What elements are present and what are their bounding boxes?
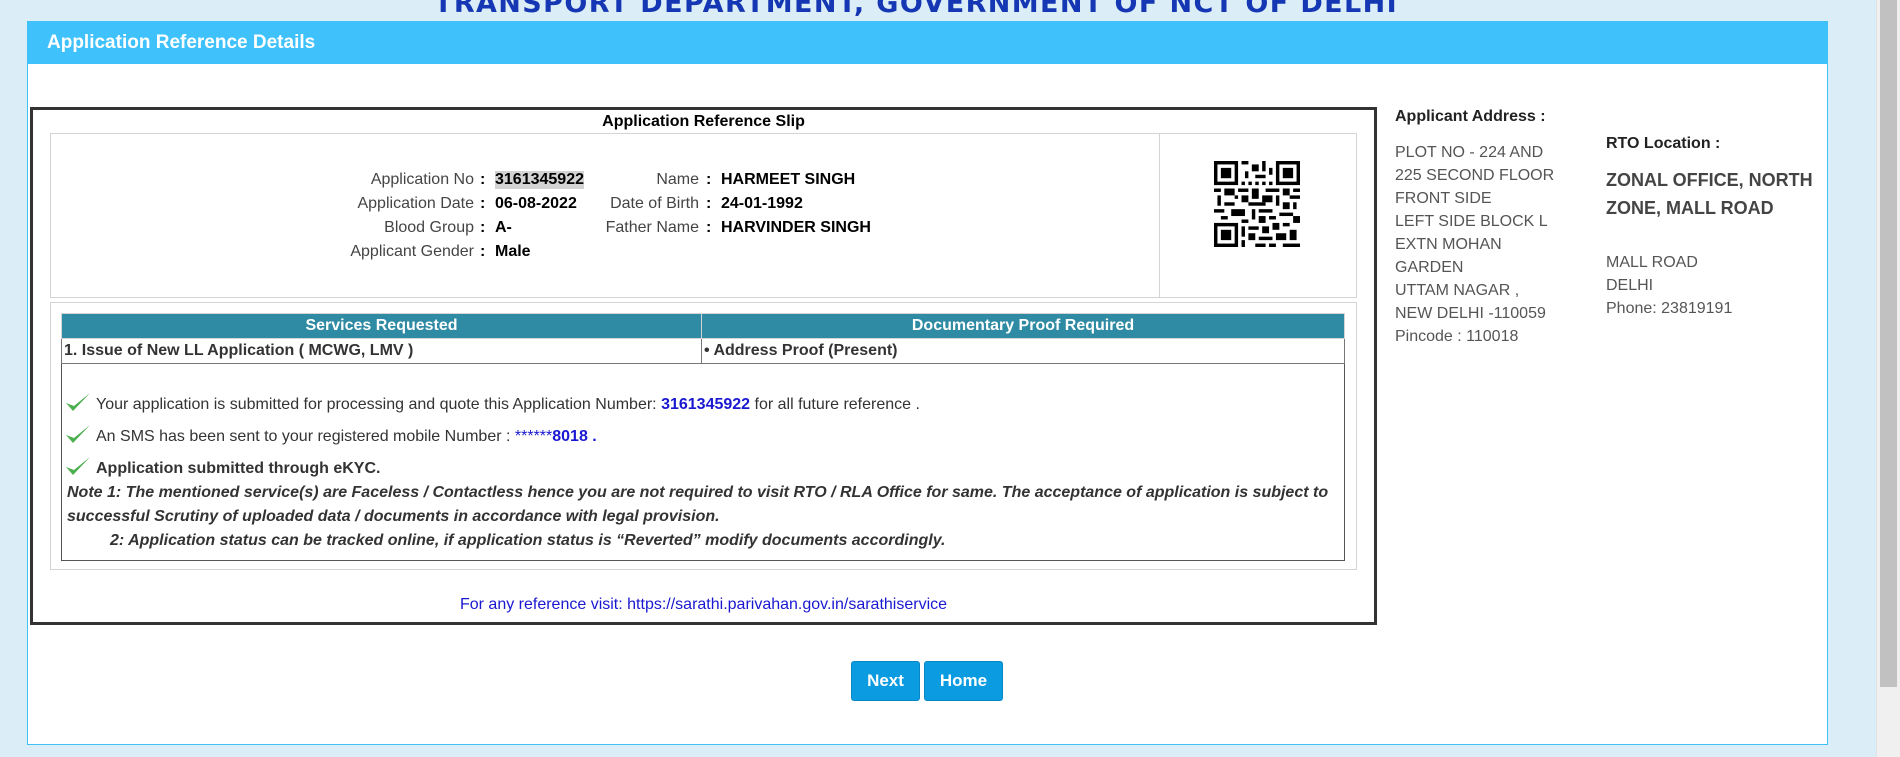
colon: : [480, 243, 486, 260]
rto-phone: Phone: 23819191 [1606, 300, 1733, 317]
application-date-label: Application Date [357, 195, 474, 212]
address-line: PLOT NO - 224 AND [1395, 144, 1544, 161]
messages-box: Your application is submitted for proces… [61, 364, 1345, 561]
father-name-label: Father Name [605, 219, 699, 236]
dob-label: Date of Birth [610, 195, 699, 212]
rto-office-name: ZONAL OFFICE, NORTH ZONE, MALL ROAD [1606, 170, 1813, 218]
application-no-value: 3161345922 [495, 171, 584, 189]
blood-group-label: Blood Group [384, 219, 474, 236]
gender-label: Applicant Gender [350, 243, 474, 260]
checkmark-icon [66, 425, 90, 443]
reference-prefix: For any reference visit: [459, 596, 623, 613]
father-name-value: HARVINDER SINGH [721, 219, 871, 236]
home-button[interactable]: Home [924, 661, 1003, 701]
ekyc-message: Application submitted through eKYC. [62, 455, 380, 478]
qr-code-cell [1159, 134, 1356, 297]
qr-code-icon [1214, 161, 1300, 247]
reference-slip: Application Reference Slip Application N… [30, 107, 1377, 625]
colon: : [706, 195, 712, 212]
blood-group-value: A- [495, 219, 512, 236]
rto-address-line: MALL ROAD [1606, 254, 1698, 271]
address-line: 225 SECOND FLOOR [1395, 167, 1555, 184]
services-table: Services Requested Documentary Proof Req… [61, 313, 1345, 364]
reference-line: For any reference visit: https://sarathi… [33, 596, 1374, 614]
submitted-message: Your application is submitted for proces… [62, 391, 920, 414]
page-scrollbar[interactable] [1876, 0, 1900, 757]
table-cell: • Address Proof (Present) [701, 338, 1345, 364]
sms-mobile-suffix: 8018 [552, 428, 588, 445]
table-header-cell: Documentary Proof Required [701, 313, 1345, 339]
checkmark-icon [66, 393, 90, 411]
sms-message: An SMS has been sent to your registered … [62, 423, 597, 446]
address-line: EXTN MOHAN [1395, 236, 1502, 253]
scrollbar-thumb[interactable] [1880, 0, 1897, 687]
colon: : [480, 219, 486, 236]
address-line: UTTAM NAGAR , [1395, 282, 1520, 299]
application-reference-panel: Application Reference Details Applicatio… [27, 21, 1828, 745]
note-1: Note 1: The mentioned service(s) are Fac… [67, 484, 1329, 525]
rto-address: MALL ROAD DELHI Phone: 23819191 [1606, 251, 1732, 320]
address-line: NEW DELHI -110059 [1395, 305, 1546, 322]
slip-title: Application Reference Slip [602, 113, 805, 130]
applicant-info-box: Application No : 3161345922 Application … [50, 133, 1357, 298]
application-no-label: Application No [370, 171, 474, 188]
submitted-message-suffix: for all future reference . [754, 396, 920, 413]
rto-location-title: RTO Location : [1606, 135, 1721, 152]
rto-address-line: DELHI [1606, 277, 1654, 294]
note-2: 2: Application status can be tracked onl… [110, 532, 946, 549]
address-line: GARDEN [1395, 259, 1464, 276]
address-line: FRONT SIDE [1395, 190, 1492, 207]
dob-value: 24-01-1992 [721, 195, 803, 212]
ekyc-message-text: Application submitted through eKYC. [96, 460, 381, 477]
reference-link[interactable]: https://sarathi.parivahan.gov.in/sarathi… [627, 596, 947, 613]
colon: : [480, 195, 486, 212]
colon: : [480, 171, 486, 188]
applicant-address: PLOT NO - 224 AND 225 SECOND FLOOR FRONT… [1395, 141, 1554, 348]
checkmark-icon [66, 457, 90, 475]
application-date-value: 06-08-2022 [495, 195, 577, 212]
next-button[interactable]: Next [851, 661, 920, 701]
sms-masked-digits: ****** [514, 428, 553, 445]
table-header-cell: Services Requested [61, 313, 702, 339]
services-box: Services Requested Documentary Proof Req… [50, 302, 1357, 570]
department-header: TRANSPORT DEPARTMENT, GOVERNMENT OF NCT … [434, 0, 1399, 19]
table-cell: 1. Issue of New LL Application ( MCWG, L… [61, 338, 702, 364]
table-header-row: Services Requested Documentary Proof Req… [61, 313, 1345, 339]
gender-value: Male [495, 243, 531, 260]
colon: : [706, 171, 712, 188]
name-value: HARMEET SINGH [721, 171, 856, 188]
address-line: Pincode : 110018 [1395, 328, 1519, 345]
applicant-address-title: Applicant Address : [1395, 108, 1546, 125]
name-label: Name [656, 171, 699, 188]
address-line: LEFT SIDE BLOCK L [1395, 213, 1548, 230]
table-row: 1. Issue of New LL Application ( MCWG, L… [61, 338, 1345, 364]
submitted-message-text: Your application is submitted for proces… [96, 396, 657, 413]
sms-period: . [592, 428, 597, 445]
notes: Note 1: The mentioned service(s) are Fac… [62, 481, 1346, 553]
sms-message-text: An SMS has been sent to your registered … [96, 428, 511, 445]
submitted-application-number: 3161345922 [661, 396, 751, 413]
panel-title: Application Reference Details [28, 22, 1827, 64]
colon: : [706, 219, 712, 236]
